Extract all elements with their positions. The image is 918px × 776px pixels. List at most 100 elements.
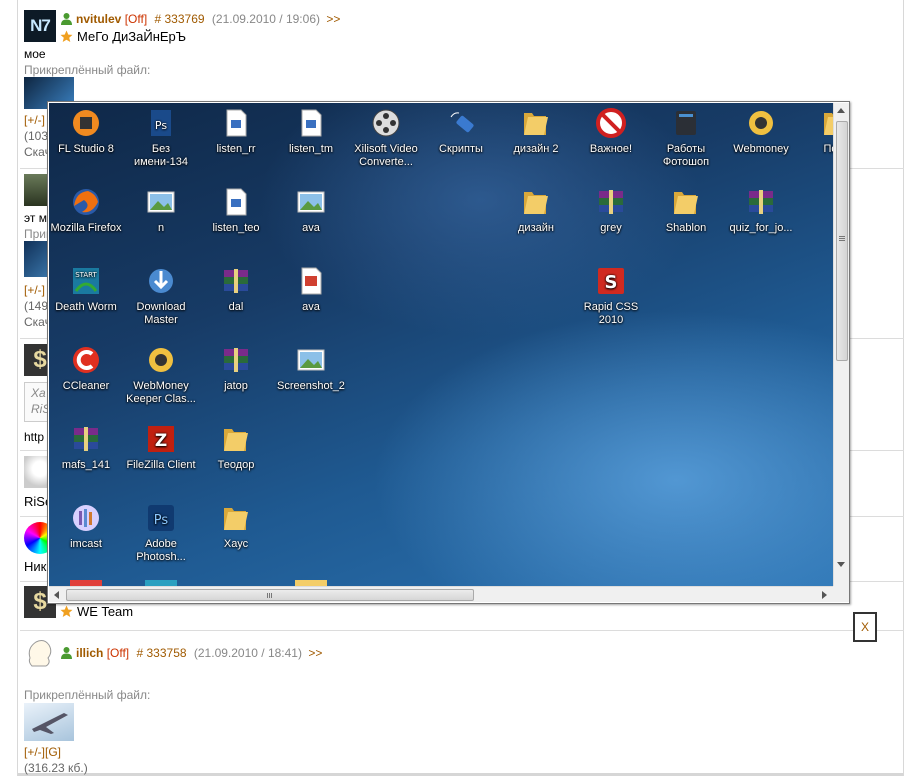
scroll-right-arrow[interactable] xyxy=(822,591,827,599)
desktop-icon-3[interactable]: listen_rr xyxy=(199,107,273,156)
attachment-label: Прикреплённый файл: xyxy=(24,688,151,702)
desktop-icon-15[interactable]: ava xyxy=(274,186,348,235)
attachment-size: (316.23 кб.) xyxy=(24,761,88,775)
desktop-icon-11[interactable]: Порт xyxy=(799,107,833,156)
winrar-icon xyxy=(220,265,252,297)
fl-studio-icon xyxy=(70,107,102,139)
svg-text:START: START xyxy=(75,271,97,279)
desktop-icon-29[interactable]: mafs_141 xyxy=(49,423,123,472)
desktop-icon-23[interactable]: ava xyxy=(274,265,348,314)
username-link[interactable]: illich xyxy=(76,646,103,660)
game-icon: START xyxy=(70,265,102,297)
desktop-icon-16[interactable]: дизайн xyxy=(499,186,573,235)
no-entry-icon xyxy=(595,107,627,139)
post-message: эт м xyxy=(24,211,47,225)
post-header: illich [Off] # 333758 (21.09.2010 / 18:4… xyxy=(60,646,322,660)
online-status: [Off] xyxy=(106,646,130,660)
desktop-icon-1[interactable]: FL Studio 8 xyxy=(49,107,123,156)
avatar[interactable]: N7 xyxy=(24,10,56,42)
desktop-icon-22[interactable]: dal xyxy=(199,265,273,314)
attachment-size: (149 xyxy=(24,299,49,313)
desktop-icon-28[interactable]: Screenshot_2 xyxy=(274,344,348,393)
desktop-icon-24[interactable]: S Rapid CSS 2010 xyxy=(574,265,648,327)
desktop-icon-5[interactable]: Xilisoft Video Converte... xyxy=(349,107,423,169)
attachment-thumbnail[interactable] xyxy=(24,703,74,741)
desktop-icon-label: mafs_141 xyxy=(61,459,111,471)
svg-text:Z: Z xyxy=(155,431,167,451)
desktop-icon-14[interactable]: listen_teo xyxy=(199,186,273,235)
desktop-icon-7[interactable]: дизайн 2 xyxy=(499,107,573,156)
film-reel-icon xyxy=(370,107,402,139)
default-avatar-icon[interactable] xyxy=(24,636,56,668)
scroll-left-arrow[interactable] xyxy=(54,591,59,599)
desktop-icon-33[interactable]: Ps Adobe Photosh... xyxy=(124,502,198,564)
desktop-icon-label: Shablon xyxy=(665,222,707,234)
attachment-controls[interactable]: [+/-] xyxy=(24,113,45,127)
vertical-scroll-thumb[interactable] xyxy=(836,121,848,361)
desktop-icon-label: dal xyxy=(228,301,244,313)
attachment-controls[interactable]: [+/-] xyxy=(24,283,45,297)
horizontal-scrollbar[interactable] xyxy=(49,586,833,602)
user-status: WE Team xyxy=(60,604,133,619)
star-icon xyxy=(60,30,73,42)
desktop-icon-32[interactable]: imcast xyxy=(49,502,123,551)
desktop-icon-20[interactable]: START Death Worm xyxy=(49,265,123,314)
username-link[interactable]: nvitulev xyxy=(76,12,121,26)
photoshop-icon: Ps xyxy=(145,502,177,534)
desktop-icon-2[interactable]: Ps Без имени-134 xyxy=(124,107,198,169)
close-popup-button[interactable]: X xyxy=(853,612,877,642)
horizontal-scroll-thumb[interactable] xyxy=(66,589,474,601)
desktop-icon-9[interactable]: Работы Фотошоп xyxy=(649,107,723,169)
post-divider xyxy=(20,630,904,631)
desktop-icon-label: Xilisoft Video Converte... xyxy=(354,143,418,168)
scrollbar-corner xyxy=(833,586,849,602)
desktop-icon-31[interactable]: Теодор xyxy=(199,423,273,472)
online-status: [Off] xyxy=(124,12,148,26)
desktop-icon-18[interactable]: Shablon xyxy=(649,186,723,235)
desktop-icon-label: jatop xyxy=(224,380,248,392)
desktop-icon-17[interactable]: grey xyxy=(574,186,648,235)
desktop-icon-label: Теодор xyxy=(217,459,255,471)
presentation-file-icon xyxy=(295,265,327,297)
dark-folder-icon xyxy=(670,107,702,139)
vertical-scrollbar[interactable] xyxy=(833,103,849,587)
desktop-icon-19[interactable]: quiz_for_jo... xyxy=(724,186,798,235)
desktop-icon-label: FL Studio 8 xyxy=(58,143,114,155)
filezilla-icon: Z xyxy=(145,423,177,455)
desktop-icon-12[interactable]: Mozilla Firefox xyxy=(49,186,123,235)
desktop-icon-13[interactable]: n xyxy=(124,186,198,235)
post-id-link[interactable]: # 333758 xyxy=(136,646,186,660)
desktop-icon-34[interactable]: Хаус xyxy=(199,502,273,551)
desktop-icon-label: quiz_for_jo... xyxy=(729,222,793,234)
desktop-icon-25[interactable]: CCleaner xyxy=(49,344,123,393)
desktop-icon-8[interactable]: Важное! xyxy=(574,107,648,156)
desktop-icon-30[interactable]: Z FileZilla Client xyxy=(124,423,198,472)
desktop-icon-10[interactable]: Webmoney xyxy=(724,107,798,156)
desktop-icon-label: Скрипты xyxy=(439,143,483,155)
folder-icon xyxy=(220,423,252,455)
post-date: (21.09.2010 / 18:41) xyxy=(193,646,302,660)
desktop-icon-21[interactable]: Download Master xyxy=(124,265,198,327)
desktop-icon-label: CCleaner xyxy=(62,380,110,392)
desktop-icon-26[interactable]: WebMoney Keeper Clas... xyxy=(124,344,198,406)
post-id-link[interactable]: # 333769 xyxy=(155,12,205,26)
imcast-icon xyxy=(70,502,102,534)
download-master-icon xyxy=(145,265,177,297)
desktop-icon-4[interactable]: listen_tm xyxy=(274,107,348,156)
attachment-controls[interactable]: [+/-][G] xyxy=(24,745,61,759)
svg-text:Ps: Ps xyxy=(155,119,167,132)
desktop-icon-6[interactable]: Скрипты xyxy=(424,107,498,156)
scroll-down-arrow[interactable] xyxy=(837,562,845,567)
post-link[interactable]: http xyxy=(24,430,44,444)
desktop-icon-label: FileZilla Client xyxy=(126,459,196,471)
scroll-up-arrow[interactable] xyxy=(837,108,845,113)
desktop-icon-label: listen_tm xyxy=(288,143,334,155)
usb-drive-icon xyxy=(445,107,477,139)
post-message: мое xyxy=(24,47,46,61)
more-link[interactable]: >> xyxy=(308,646,322,660)
desktop-icon-27[interactable]: jatop xyxy=(199,344,273,393)
airplane-icon xyxy=(32,713,68,734)
winrar-icon xyxy=(70,423,102,455)
more-link[interactable]: >> xyxy=(326,12,340,26)
quote-text: Ха xyxy=(31,386,46,400)
